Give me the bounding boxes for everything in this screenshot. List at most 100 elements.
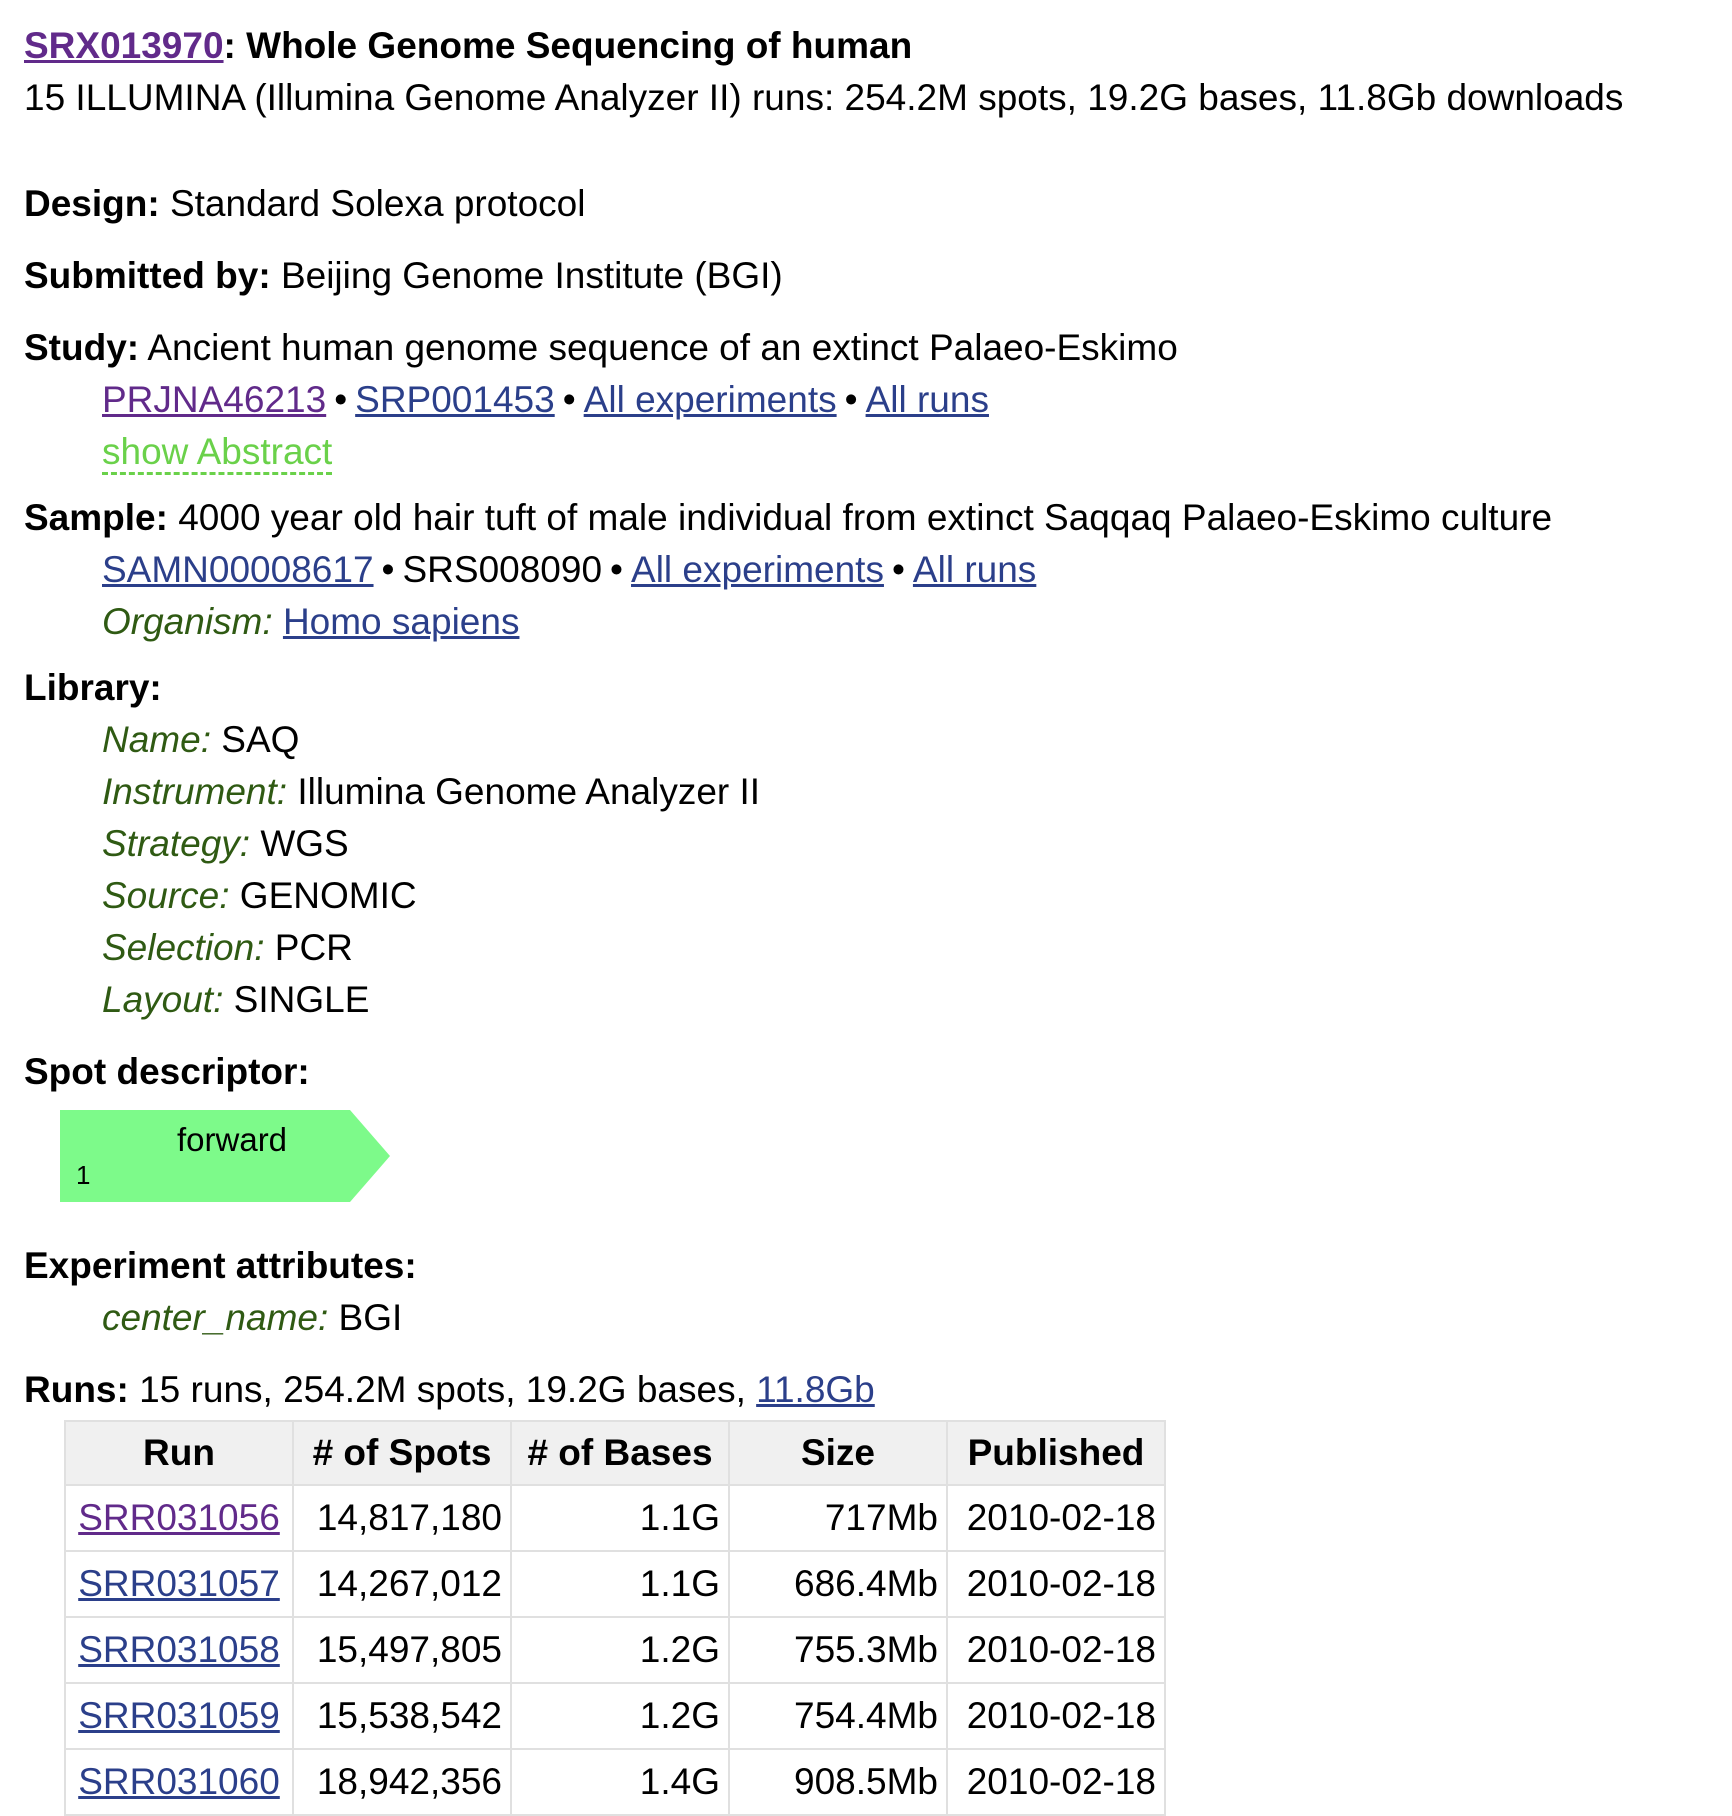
attributes-section: Experiment attributes: center_name: BGI [24, 1240, 1714, 1344]
design-label: Design: [24, 183, 160, 224]
library-instrument-value: Illumina Genome Analyzer II [287, 771, 761, 812]
spot-descriptor-label: Spot descriptor: [24, 1051, 310, 1092]
library-layout-label: Layout: [102, 979, 224, 1020]
sample-links: SAMN00008617 • SRS008090 • All experiments • A… [24, 544, 1714, 596]
table-row: SRR031058 15,497,805 1.2G 755.3Mb 2010-0… [64, 1616, 1166, 1684]
design-row: Design: Standard Solexa protocol [24, 178, 1714, 230]
srs-accession: SRS008090 [402, 549, 603, 590]
published-cell: 2010-02-18 [946, 1748, 1166, 1816]
show-abstract-toggle[interactable]: show Abstract [102, 432, 333, 475]
library-source-label: Source: [102, 875, 230, 916]
table-row: SRR031057 14,267,012 1.1G 686.4Mb 2010-0… [64, 1550, 1166, 1618]
bullet: • [381, 549, 395, 590]
spot-descriptor-section: Spot descriptor: forward 1 [24, 1046, 1714, 1230]
sample-value: 4000 year old hair tuft of male individu… [167, 497, 1553, 538]
bullet: • [610, 549, 624, 590]
organism-row: Organism: Homo sapiens [24, 596, 1714, 648]
read-label: forward [177, 1121, 288, 1158]
submitted-label: Submitted by: [24, 255, 271, 296]
library-section: Library: Name: SAQ Instrument: Illumina … [24, 662, 1714, 1026]
library-name-value: SAQ [210, 719, 300, 760]
library-label: Library: [24, 667, 162, 708]
size-cell: 755.3Mb [728, 1616, 948, 1684]
sample-all-runs-link[interactable]: All runs [913, 549, 1036, 590]
run-cell: SRR031057 [64, 1550, 294, 1618]
run-link[interactable]: SRR031059 [78, 1695, 280, 1736]
experiment-summary: 15 ILLUMINA (Illumina Genome Analyzer II… [24, 77, 1624, 118]
column-header-size[interactable]: Size [728, 1420, 948, 1486]
sample-row: Sample: 4000 year old hair tuft of male … [24, 492, 1714, 544]
runs-table-header: Run # of Spots # of Bases Size Published [64, 1420, 1166, 1486]
run-link[interactable]: SRR031058 [78, 1629, 280, 1670]
table-row: SRR031060 18,942,356 1.4G 908.5Mb 2010-0… [64, 1748, 1166, 1816]
library-instrument-row: Instrument: Illumina Genome Analyzer II [24, 766, 1714, 818]
library-strategy-label: Strategy: [102, 823, 251, 864]
library-source-row: Source: GENOMIC [24, 870, 1714, 922]
bullet: • [562, 379, 576, 420]
library-selection-value: PCR [264, 927, 353, 968]
srp-link[interactable]: SRP001453 [355, 379, 555, 420]
study-value: Ancient human genome sequence of an exti… [139, 327, 1178, 368]
library-instrument-label: Instrument: [102, 771, 288, 812]
run-link[interactable]: SRR031060 [78, 1761, 280, 1802]
submitted-row: Submitted by: Beijing Genome Institute (… [24, 250, 1714, 302]
run-cell: SRR031056 [64, 1484, 294, 1552]
size-cell: 754.4Mb [728, 1682, 948, 1750]
runs-table: Run # of Spots # of Bases Size Published… [64, 1420, 1166, 1816]
center-name-value: BGI [328, 1297, 403, 1338]
experiment-accession-link[interactable]: SRX013970 [24, 25, 224, 66]
abstract-toggle-row: show Abstract [24, 426, 1714, 478]
column-header-bases[interactable]: # of Bases [510, 1420, 730, 1486]
library-layout-value: SINGLE [223, 979, 370, 1020]
bases-cell: 1.2G [510, 1616, 730, 1684]
spots-cell: 14,267,012 [292, 1550, 512, 1618]
study-all-experiments-link[interactable]: All experiments [584, 379, 837, 420]
published-cell: 2010-02-18 [946, 1550, 1166, 1618]
attributes-label: Experiment attributes: [24, 1245, 417, 1286]
page-title: SRX013970: Whole Genome Sequencing of hu… [24, 20, 1714, 72]
runs-summary-row: Runs: 15 runs, 254.2M spots, 19.2G bases… [24, 1364, 1714, 1416]
library-strategy-value: WGS [250, 823, 349, 864]
experiment-page: SRX013970: Whole Genome Sequencing of hu… [24, 20, 1714, 1816]
bases-cell: 1.2G [510, 1682, 730, 1750]
library-source-value: GENOMIC [229, 875, 417, 916]
library-selection-row: Selection: PCR [24, 922, 1714, 974]
bioproject-link[interactable]: PRJNA46213 [102, 379, 326, 420]
library-name-label: Name: [102, 719, 211, 760]
library-selection-label: Selection: [102, 927, 265, 968]
published-cell: 2010-02-18 [946, 1616, 1166, 1684]
library-layout-row: Layout: SINGLE [24, 974, 1714, 1026]
bases-cell: 1.4G [510, 1748, 730, 1816]
spots-cell: 14,817,180 [292, 1484, 512, 1552]
table-row: SRR031056 14,817,180 1.1G 717Mb 2010-02-… [64, 1484, 1166, 1552]
study-section: Study: Ancient human genome sequence of … [24, 322, 1714, 478]
runs-label: Runs: [24, 1369, 129, 1410]
size-cell: 686.4Mb [728, 1550, 948, 1618]
sample-section: Sample: 4000 year old hair tuft of male … [24, 492, 1714, 648]
study-all-runs-link[interactable]: All runs [866, 379, 989, 420]
bases-cell: 1.1G [510, 1550, 730, 1618]
run-link[interactable]: SRR031057 [78, 1563, 280, 1604]
run-cell: SRR031059 [64, 1682, 294, 1750]
run-cell: SRR031060 [64, 1748, 294, 1816]
study-links: PRJNA46213 • SRP001453 • All experiments • All… [24, 374, 1714, 426]
organism-link[interactable]: Homo sapiens [283, 601, 520, 642]
column-header-run[interactable]: Run [64, 1420, 294, 1486]
size-cell: 908.5Mb [728, 1748, 948, 1816]
spot-descriptor-diagram: forward 1 [60, 1110, 1714, 1230]
column-header-published[interactable]: Published [946, 1420, 1166, 1486]
biosample-link[interactable]: SAMN00008617 [102, 549, 374, 590]
run-link[interactable]: SRR031056 [78, 1497, 280, 1538]
sample-all-experiments-link[interactable]: All experiments [631, 549, 884, 590]
published-cell: 2010-02-18 [946, 1484, 1166, 1552]
published-cell: 2010-02-18 [946, 1682, 1166, 1750]
column-header-spots[interactable]: # of Spots [292, 1420, 512, 1486]
runs-summary: 15 runs, 254.2M spots, 19.2G bases, [128, 1369, 757, 1410]
runs-download-link[interactable]: 11.8Gb [756, 1369, 875, 1410]
study-row: Study: Ancient human genome sequence of … [24, 322, 1714, 374]
spots-cell: 15,538,542 [292, 1682, 512, 1750]
bullet: • [844, 379, 858, 420]
sample-label: Sample: [24, 497, 168, 538]
size-cell: 717Mb [728, 1484, 948, 1552]
study-label: Study: [24, 327, 140, 368]
